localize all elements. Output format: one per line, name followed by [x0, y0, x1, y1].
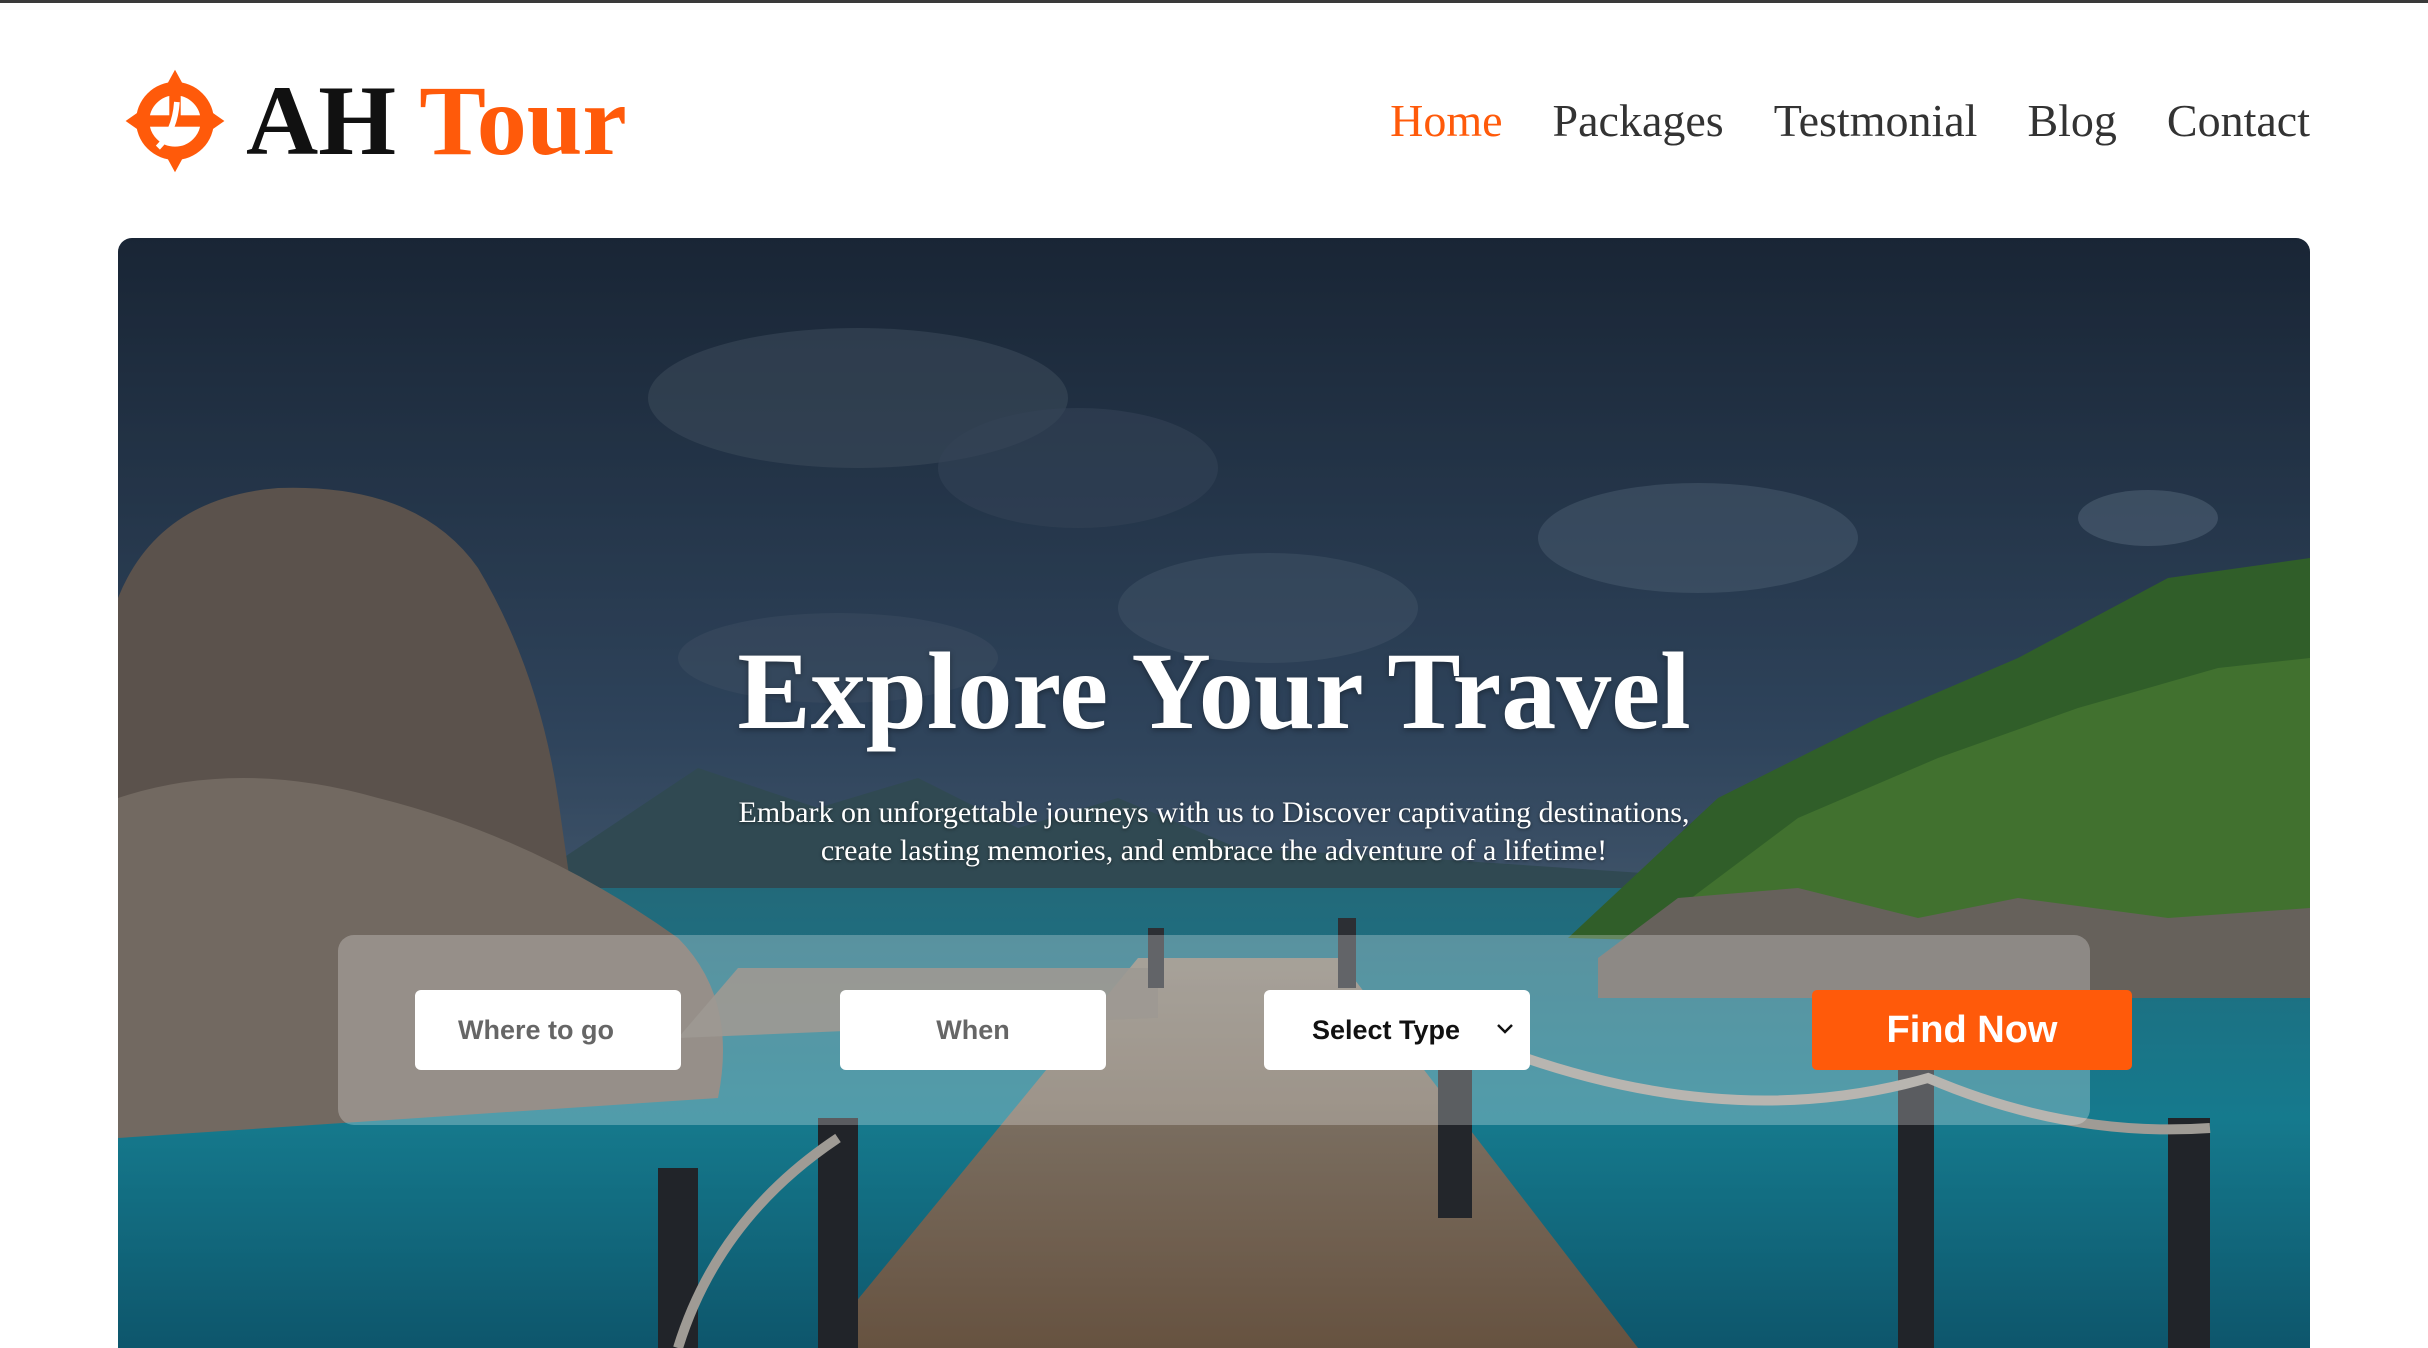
nav-link-blog[interactable]: Blog: [2027, 94, 2116, 147]
brand-name-primary: AH: [246, 64, 396, 176]
nav-link-testimonial[interactable]: Testmonial: [1774, 94, 1978, 147]
nav-link-packages[interactable]: Packages: [1553, 94, 1724, 147]
hero-banner: Explore Your Travel Embark on unforgetta…: [118, 238, 2310, 1348]
brand-name-accent: Tour: [419, 64, 627, 176]
search-panel: Select Type Find Now: [338, 935, 2132, 1125]
when-input[interactable]: [840, 990, 1106, 1070]
compass-cross-icon: [125, 69, 225, 172]
type-select[interactable]: Select Type: [1264, 990, 1530, 1070]
brand-name: AH Tour: [246, 70, 627, 171]
nav-link-home[interactable]: Home: [1390, 94, 1502, 147]
find-now-button[interactable]: Find Now: [1812, 990, 2132, 1070]
where-input[interactable]: [415, 990, 681, 1070]
chevron-down-icon: [1497, 1024, 1513, 1034]
site-header: AH Tour Home Packages Testmonial Blog Co…: [118, 58, 2310, 183]
hero-subtitle-line-1: Embark on unforgettable journeys with us…: [738, 796, 1690, 829]
main-nav: Home Packages Testmonial Blog Contact: [1340, 58, 2310, 183]
hero-subtitle-line-2: create lasting memories, and embrace the…: [820, 834, 1608, 867]
hero-title: Explore Your Travel: [737, 630, 1691, 752]
hero-subtitle: Embark on unforgettable journeys with us…: [664, 794, 1764, 870]
hero-overlay: [118, 238, 2310, 1348]
type-select-value: Select Type: [1312, 1014, 1461, 1045]
nav-link-contact[interactable]: Contact: [2167, 94, 2310, 147]
top-rule: [0, 0, 2428, 3]
brand[interactable]: AH Tour: [118, 58, 627, 183]
